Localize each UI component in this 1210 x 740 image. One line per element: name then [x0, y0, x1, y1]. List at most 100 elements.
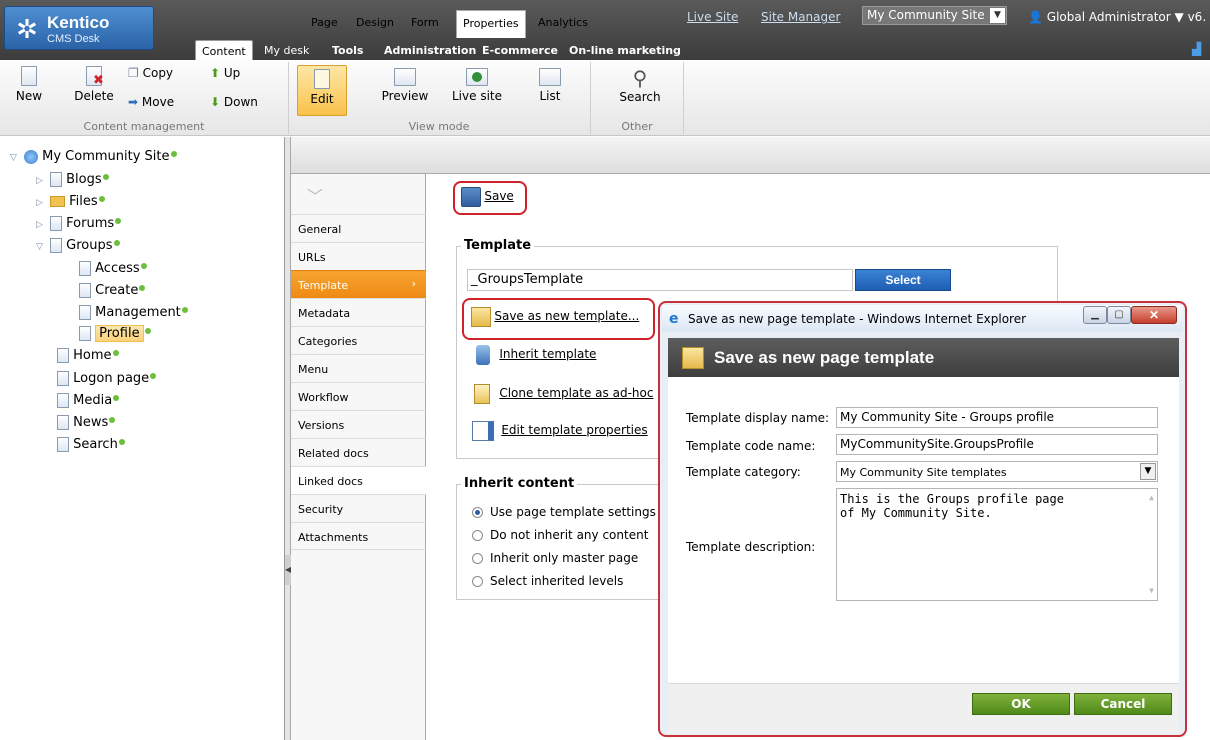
edit-mode-button[interactable]: Edit [297, 65, 347, 116]
template-add-icon [682, 347, 704, 369]
list-icon [539, 68, 561, 86]
tab-page[interactable]: Page [305, 10, 344, 37]
radio-selected-icon [472, 507, 483, 518]
menu-item-metadata[interactable]: Metadata [291, 298, 426, 326]
page-icon [79, 283, 91, 298]
tree-node-logon-page[interactable]: Logon page [57, 370, 157, 390]
logo-title: Kentico [47, 13, 110, 32]
category-select[interactable]: My Community Site templates ▼ [836, 461, 1158, 482]
clone-template-label: Clone template as ad-hoc [499, 386, 654, 401]
tab-design[interactable]: Design [350, 10, 400, 37]
tab-form[interactable]: Form [405, 10, 445, 37]
up-button[interactable]: ⬆ Up [210, 66, 240, 80]
maximize-button[interactable]: ▢ [1107, 306, 1131, 324]
template-name-field[interactable]: _GroupsTemplate [467, 269, 853, 291]
tree-node-blogs[interactable]: ▷ Blogs [36, 171, 109, 191]
template-add-icon [471, 307, 491, 327]
menu-item-general[interactable]: General [291, 214, 426, 242]
tab-online-marketing[interactable]: On-line marketing [563, 40, 687, 60]
tree-node-label: Logon page [73, 371, 150, 386]
user-menu[interactable]: 👤 Global Administrator ▼ v6. [1028, 10, 1206, 24]
menu-item-workflow[interactable]: Workflow [291, 382, 426, 410]
tree-node-media[interactable]: Media [57, 392, 120, 412]
radio-master-only[interactable]: Inherit only master page [472, 551, 638, 565]
list-button[interactable]: List [530, 68, 570, 103]
chevron-down-icon: ▼ [1174, 10, 1184, 24]
tree-node-files[interactable]: ▷ Files [36, 193, 105, 213]
menu-item-categories[interactable]: Categories [291, 326, 426, 354]
user-icon: 👤 [1028, 10, 1043, 24]
menu-item-versions[interactable]: Versions [291, 410, 426, 438]
display-name-field[interactable]: My Community Site - Groups profile [836, 407, 1158, 428]
tree-node-groups[interactable]: ▽ Groups [36, 237, 120, 257]
live-site-link[interactable]: Live Site [687, 10, 738, 24]
tree-node-create[interactable]: Create [79, 282, 146, 302]
site-selector[interactable]: My Community Site ▼ [862, 6, 1007, 25]
preview-button[interactable]: Preview [380, 68, 430, 103]
published-status-icon [170, 151, 177, 157]
tree-node-label: My Community Site [42, 149, 170, 164]
new-button[interactable]: New [14, 66, 44, 103]
menu-item-menu[interactable]: Menu [291, 354, 426, 382]
ok-button[interactable]: OK [972, 693, 1070, 715]
tab-tools[interactable]: Tools [326, 40, 369, 60]
edit-template-properties-link[interactable]: Edit template properties [472, 421, 648, 441]
menu-item-related-docs[interactable]: Related docs [291, 438, 426, 466]
tree-node-access[interactable]: Access [79, 260, 147, 280]
tree-node-profile[interactable]: Profile [79, 325, 151, 345]
scroll-down-icon[interactable]: ▼ [1149, 584, 1154, 598]
tree-node-forums[interactable]: ▷ Forums [36, 215, 122, 235]
save-button[interactable]: Save [461, 187, 514, 207]
tree-node-label: Forums [66, 216, 115, 231]
cancel-button[interactable]: Cancel [1074, 693, 1172, 715]
radio-use-template-settings[interactable]: Use page template settings [472, 505, 656, 519]
description-textarea[interactable]: This is the Groups profile page of My Co… [836, 488, 1158, 601]
tree-node-label: Management [95, 305, 181, 320]
close-button[interactable]: ✕ [1131, 306, 1177, 324]
live-site-button[interactable]: Live site [452, 68, 502, 103]
published-status-icon [150, 373, 157, 379]
inherit-template-link[interactable]: Inherit template [476, 345, 596, 365]
copy-button[interactable]: ❐ Copy [128, 66, 173, 80]
clone-template-link[interactable]: Clone template as ad-hoc [474, 384, 653, 404]
menu-item-urls[interactable]: URLs [291, 242, 426, 270]
tab-content[interactable]: Content [195, 40, 253, 60]
tree-node-search[interactable]: Search [57, 436, 125, 456]
select-template-button[interactable]: Select [855, 269, 951, 291]
tree-node-news[interactable]: News [57, 414, 116, 434]
expand-triangle-icon: ▷ [36, 198, 43, 208]
save-as-new-template-link[interactable]: Save as new template... [471, 307, 639, 327]
chevron-down-icon[interactable]: ﹀ [307, 183, 323, 207]
tab-properties[interactable]: Properties [456, 10, 526, 38]
scroll-up-icon[interactable]: ▲ [1149, 491, 1154, 505]
category-select-value: My Community Site templates [840, 466, 1007, 479]
menu-item-template[interactable]: Template › [291, 270, 426, 298]
description-line: of My Community Site. [840, 506, 992, 520]
search-label: Search [619, 90, 661, 104]
tab-my-desk[interactable]: My desk [258, 40, 315, 60]
search-button[interactable]: ⚲ Search [615, 66, 665, 104]
kentico-logo[interactable]: ✲ Kentico CMS Desk [4, 6, 154, 50]
copy-label: Copy [142, 66, 174, 80]
tab-administration[interactable]: Administration [378, 40, 482, 60]
code-name-field[interactable]: MyCommunitySite.GroupsProfile [836, 434, 1158, 455]
move-button[interactable]: ➡ Move [128, 95, 174, 109]
site-manager-link[interactable]: Site Manager [761, 10, 840, 24]
menu-item-security[interactable]: Security [291, 494, 426, 522]
expand-triangle-icon: ▷ [36, 220, 43, 230]
tree-node-management[interactable]: Management [79, 304, 188, 324]
tree-node-home[interactable]: Home [57, 347, 119, 367]
down-button[interactable]: ⬇ Down [210, 95, 258, 109]
menu-item-attachments[interactable]: Attachments [291, 522, 426, 550]
minimize-button[interactable]: ▁ [1083, 306, 1107, 324]
radio-select-levels[interactable]: Select inherited levels [472, 574, 623, 588]
tab-analytics[interactable]: Analytics [532, 10, 594, 37]
tree-node-root[interactable]: ▽ My Community Site [10, 148, 177, 168]
menu-item-label: Template [298, 279, 349, 292]
delete-button[interactable]: ✖ Delete [74, 66, 114, 103]
tab-ecommerce[interactable]: E-commerce [476, 40, 564, 60]
radio-no-inherit[interactable]: Do not inherit any content [472, 528, 648, 542]
menu-item-linked-docs[interactable]: Linked docs [291, 466, 426, 494]
version-label: v6. [1187, 10, 1207, 24]
published-status-icon [102, 174, 109, 180]
